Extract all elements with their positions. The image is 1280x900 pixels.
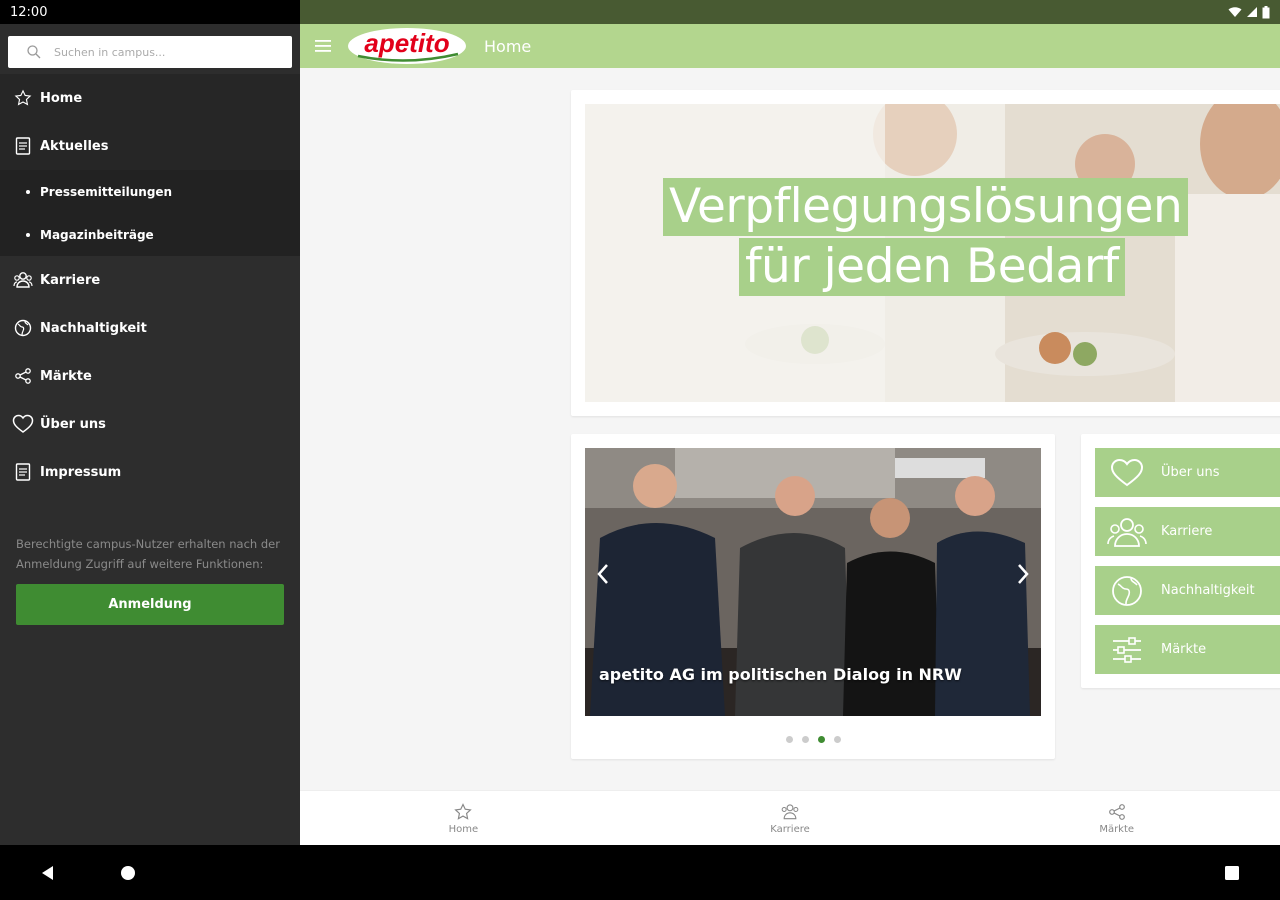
quick-link-nachhaltigkeit[interactable]: Nachhaltigkeit (1095, 566, 1280, 615)
slider-dot[interactable] (785, 736, 793, 743)
hero-card[interactable]: Verpflegungslösungen für jeden Bedarf (571, 90, 1280, 416)
document-icon (12, 135, 34, 157)
sidebar-item-maerkte[interactable]: Märkte (0, 352, 300, 400)
login-button[interactable]: Anmeldung (16, 584, 284, 625)
search-icon (27, 45, 41, 59)
main-content: apetito Home Verpflegungslösungen für je… (300, 0, 1280, 845)
quick-link-label: Nachhaltigkeit (1161, 583, 1255, 598)
quick-link-label: Über uns (1161, 465, 1220, 480)
login-hint-text: Berechtigte campus-Nutzer erhalten nach … (16, 537, 280, 571)
slider-dot[interactable] (833, 736, 841, 743)
apetito-logo[interactable]: apetito (346, 26, 468, 66)
system-navigation-bar (0, 845, 1280, 900)
star-icon (454, 802, 473, 820)
people-icon (1107, 512, 1147, 552)
sidebar-subitem-pressemitteilungen[interactable]: Pressemitteilungen (0, 170, 300, 213)
slider-dot[interactable] (801, 736, 809, 743)
home-icon[interactable] (118, 863, 138, 883)
people-icon (781, 803, 799, 819)
status-bar-right (300, 0, 1280, 24)
sidebar-item-label: Nachhaltigkeit (40, 320, 147, 336)
bullet-icon (26, 232, 30, 237)
hero-headline-line1: Verpflegungslösungen (663, 178, 1189, 236)
quick-link-ueber-uns[interactable]: Über uns (1095, 448, 1280, 497)
news-slide[interactable]: apetito AG im politischen Dialog in NRW (585, 448, 1041, 716)
slider-next-button[interactable] (1009, 560, 1037, 588)
sidebar-item-impressum[interactable]: Impressum (0, 448, 300, 496)
chevron-right-icon (1018, 564, 1029, 584)
quick-link-karriere[interactable]: Karriere (1095, 507, 1280, 556)
logo-wordmark: apetito (364, 28, 449, 58)
sidebar-item-label: Märkte (40, 368, 92, 384)
globe-icon (12, 317, 34, 339)
tab-label: Märkte (1099, 823, 1135, 835)
navigation-drawer: 12:00 Home Aktuelles Pressemitteilu (0, 0, 300, 845)
document-icon (12, 461, 34, 483)
bottom-navigation: Home Karriere Märkte (300, 790, 1280, 845)
chevron-left-icon (597, 564, 608, 584)
sidebar-item-label: Karriere (40, 272, 101, 288)
quick-link-label: Karriere (1161, 524, 1213, 539)
recents-icon[interactable] (1222, 863, 1242, 883)
app-bar: apetito Home (300, 24, 1280, 68)
hamburger-icon (315, 40, 331, 52)
quick-links-card: Über uns Karriere Nachhaltigkeit Märkte (1081, 434, 1280, 688)
sidebar-item-aktuelles[interactable]: Aktuelles (0, 122, 300, 170)
star-icon (12, 87, 34, 109)
search-input[interactable] (54, 45, 274, 59)
sidebar-item-label: Über uns (40, 416, 106, 432)
people-icon (12, 269, 34, 291)
slider-pagination (571, 736, 1055, 743)
tab-label: Home (448, 823, 479, 835)
hero-headline-line2: für jeden Bedarf (739, 238, 1125, 296)
quick-link-label: Märkte (1161, 642, 1207, 657)
sidebar-submenu-aktuelles: Pressemitteilungen Magazinbeiträge (0, 170, 300, 256)
wifi-icon (1228, 7, 1242, 17)
back-icon[interactable] (38, 863, 58, 883)
news-slider-card: apetito AG im politischen Dialog in NRW (571, 434, 1055, 759)
sidebar-subitem-label: Magazinbeiträge (40, 227, 154, 242)
tab-karriere[interactable]: Karriere (627, 791, 954, 845)
sidebar-item-nachhaltigkeit[interactable]: Nachhaltigkeit (0, 304, 300, 352)
sidebar-subitem-label: Pressemitteilungen (40, 184, 173, 199)
battery-icon (1262, 5, 1270, 18)
heart-icon (1107, 453, 1147, 493)
sidebar-item-label: Impressum (40, 464, 122, 480)
tab-label: Karriere (770, 823, 810, 835)
search-box[interactable] (8, 36, 292, 68)
share-icon (1108, 803, 1125, 820)
sidebar-item-karriere[interactable]: Karriere (0, 256, 300, 304)
quick-link-maerkte[interactable]: Märkte (1095, 625, 1280, 674)
tab-home[interactable]: Home (300, 791, 627, 845)
sliders-icon (1107, 630, 1147, 670)
sidebar-item-label: Home (40, 90, 83, 106)
tab-maerkte[interactable]: Märkte (953, 791, 1280, 845)
signal-icon (1247, 7, 1257, 17)
menu-button[interactable] (300, 24, 346, 68)
page-title: Home (484, 36, 532, 56)
globe-icon (1107, 571, 1147, 611)
hero-image: Verpflegungslösungen für jeden Bedarf (585, 104, 1280, 402)
slider-prev-button[interactable] (589, 560, 617, 588)
slider-dot-active[interactable] (817, 736, 825, 743)
sidebar-item-ueber-uns[interactable]: Über uns (0, 400, 300, 448)
status-time: 12:00 (10, 4, 48, 20)
app-screen: 12:00 Home Aktuelles Pressemitteilu (0, 0, 1280, 900)
bullet-icon (26, 189, 30, 194)
hero-headline: Verpflegungslösungen für jeden Bedarf (663, 178, 1263, 296)
heart-icon (12, 413, 34, 435)
sidebar-item-home[interactable]: Home (0, 74, 300, 122)
slide-caption: apetito AG im politischen Dialog in NRW (599, 665, 962, 684)
sidebar-item-label: Aktuelles (40, 138, 109, 154)
share-icon (12, 365, 34, 387)
status-bar-left: 12:00 (0, 0, 300, 24)
sidebar-subitem-magazinbeitraege[interactable]: Magazinbeiträge (0, 213, 300, 256)
